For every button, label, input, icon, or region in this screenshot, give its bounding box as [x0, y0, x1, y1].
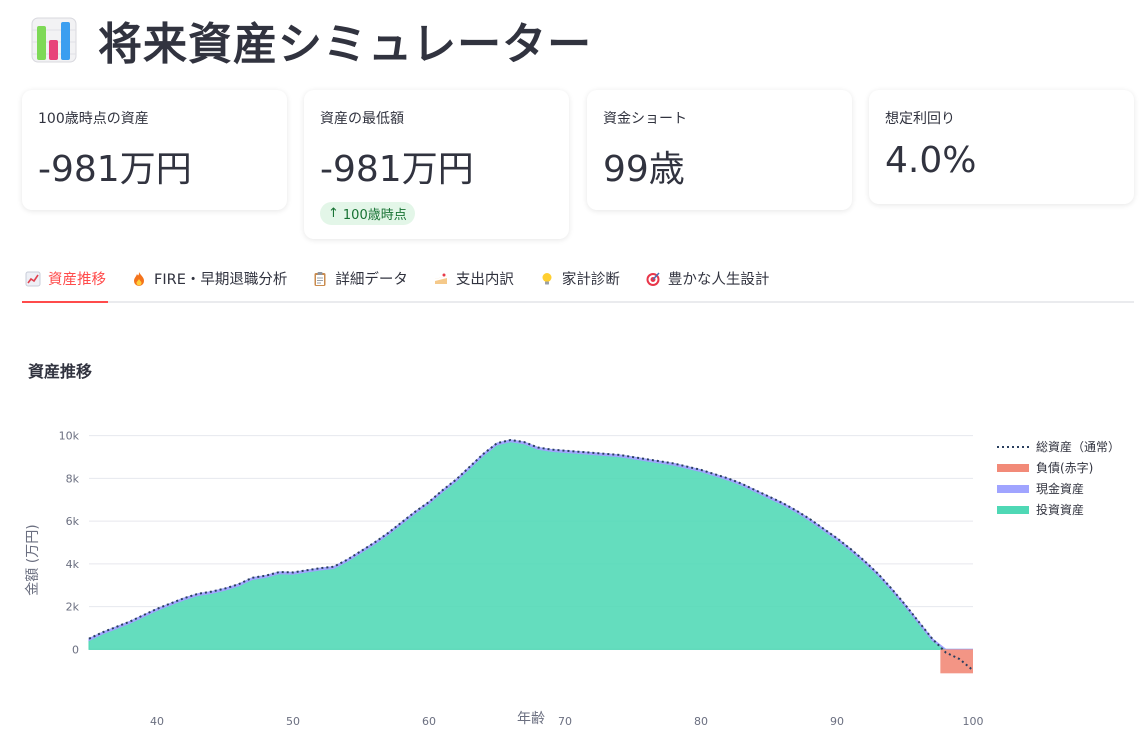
metric-card-fund-shortage: 資金ショート 99歳 [587, 90, 852, 210]
x-tick-label: 50 [286, 715, 300, 728]
section-title: 資産推移 [28, 362, 93, 381]
metric-card-expected-return: 想定利回り 4.0% [869, 90, 1134, 204]
fire-icon [130, 270, 148, 288]
metric-label: 資産の最低額 [320, 111, 404, 127]
tab-life-design[interactable]: 豊かな人生設計 [642, 256, 772, 301]
legend-label: 投資資産 [1036, 502, 1084, 517]
metric-value: -981万円 [38, 149, 192, 190]
metric-label: 100歳時点の資産 [38, 111, 149, 127]
y-axis-ticks: 0 2k 4k 6k 8k 10k [59, 430, 80, 657]
asset-trend-chart[interactable]: 40 50 60 70 80 90 100 02k4k6k8k10k 年齢 金額 (万円) … [0, 400, 1147, 741]
target-icon [644, 270, 662, 288]
x-tick-label: 70 [558, 715, 572, 728]
investment-asset-area [88, 441, 973, 650]
tab-label: 家計診断 [561, 272, 620, 288]
x-tick-label: 90 [830, 715, 844, 728]
bar-chart-icon [30, 16, 78, 64]
tab-label: FIRE・早期退職分析 [154, 272, 288, 288]
metric-card-asset-at-100: 100歳時点の資産 -981万円 [22, 90, 287, 210]
metric-delta-text: 100歳時点 [342, 208, 407, 223]
chart-areas [88, 439, 973, 674]
tab-fire-analysis[interactable]: FIRE・早期退職分析 [128, 256, 289, 301]
metric-label: 想定利回り [885, 111, 955, 127]
legend-swatch [997, 464, 1029, 472]
y-tick-label: 6k [66, 515, 80, 528]
clipboard-icon [311, 270, 329, 288]
tab-asset-trend[interactable]: 資産推移 [22, 256, 108, 303]
x-axis-ticks: 40 50 60 70 80 90 100 [150, 715, 984, 728]
page-title: 将来資産シミュレーター [98, 19, 593, 70]
tab-bar: 資産推移 FIRE・早期退職分析 詳細データ 支出内訳 家計診断 豊かな人生設計 [22, 256, 1134, 303]
legend-swatch [997, 485, 1029, 493]
header: 将来資産シミュレーター [30, 10, 592, 70]
metric-value: 99歳 [603, 149, 685, 190]
metric-value: 4.0% [885, 140, 977, 181]
legend-label: 現金資産 [1036, 481, 1084, 496]
legend-item: 投資資産 [997, 502, 1084, 517]
chart-increasing-icon [24, 270, 42, 288]
arrow-up-icon: ↑ [328, 206, 339, 221]
y-axis-title: 金額 (万円) [25, 524, 41, 595]
legend-item: 現金資産 [997, 481, 1084, 496]
tab-household-diagnosis[interactable]: 家計診断 [536, 256, 622, 301]
x-tick-label: 40 [150, 715, 164, 728]
light-bulb-icon [538, 270, 556, 288]
metric-card-minimum-asset: 資産の最低額 -981万円 ↑ 100歳時点 [304, 90, 569, 239]
x-tick-label: 60 [422, 715, 436, 728]
legend-swatch [997, 506, 1029, 514]
x-tick-label: 80 [694, 715, 708, 728]
legend-item: 負債(赤字) [997, 460, 1093, 475]
chart-legend: 総資産（通常） 負債(赤字) 現金資産投資資産 [997, 439, 1120, 517]
y-tick-label: 0 [72, 643, 79, 656]
metric-delta-badge: ↑ 100歳時点 [320, 202, 415, 225]
tab-expense-breakdown[interactable]: 支出内訳 [430, 256, 516, 301]
y-tick-label: 8k [66, 472, 80, 485]
tab-label: 資産推移 [48, 272, 106, 288]
tab-detail-data[interactable]: 詳細データ [309, 256, 410, 301]
y-tick-label: 4k [66, 558, 80, 571]
x-axis-title: 年齢 [517, 711, 545, 727]
tab-label: 詳細データ [335, 272, 408, 288]
y-tick-label: 2k [66, 601, 80, 614]
legend-label: 総資産（通常） [1036, 439, 1120, 454]
legend-item: 総資産（通常） [997, 439, 1120, 454]
y-tick-label: 10k [59, 430, 80, 443]
metric-value: -981万円 [320, 149, 474, 190]
tab-label: 支出内訳 [455, 272, 514, 288]
metric-label: 資金ショート [603, 111, 687, 127]
cake-icon [432, 270, 450, 288]
tab-label: 豊かな人生設計 [667, 272, 770, 288]
legend-label: 負債(赤字) [1036, 460, 1093, 475]
x-tick-label: 100 [963, 715, 984, 728]
